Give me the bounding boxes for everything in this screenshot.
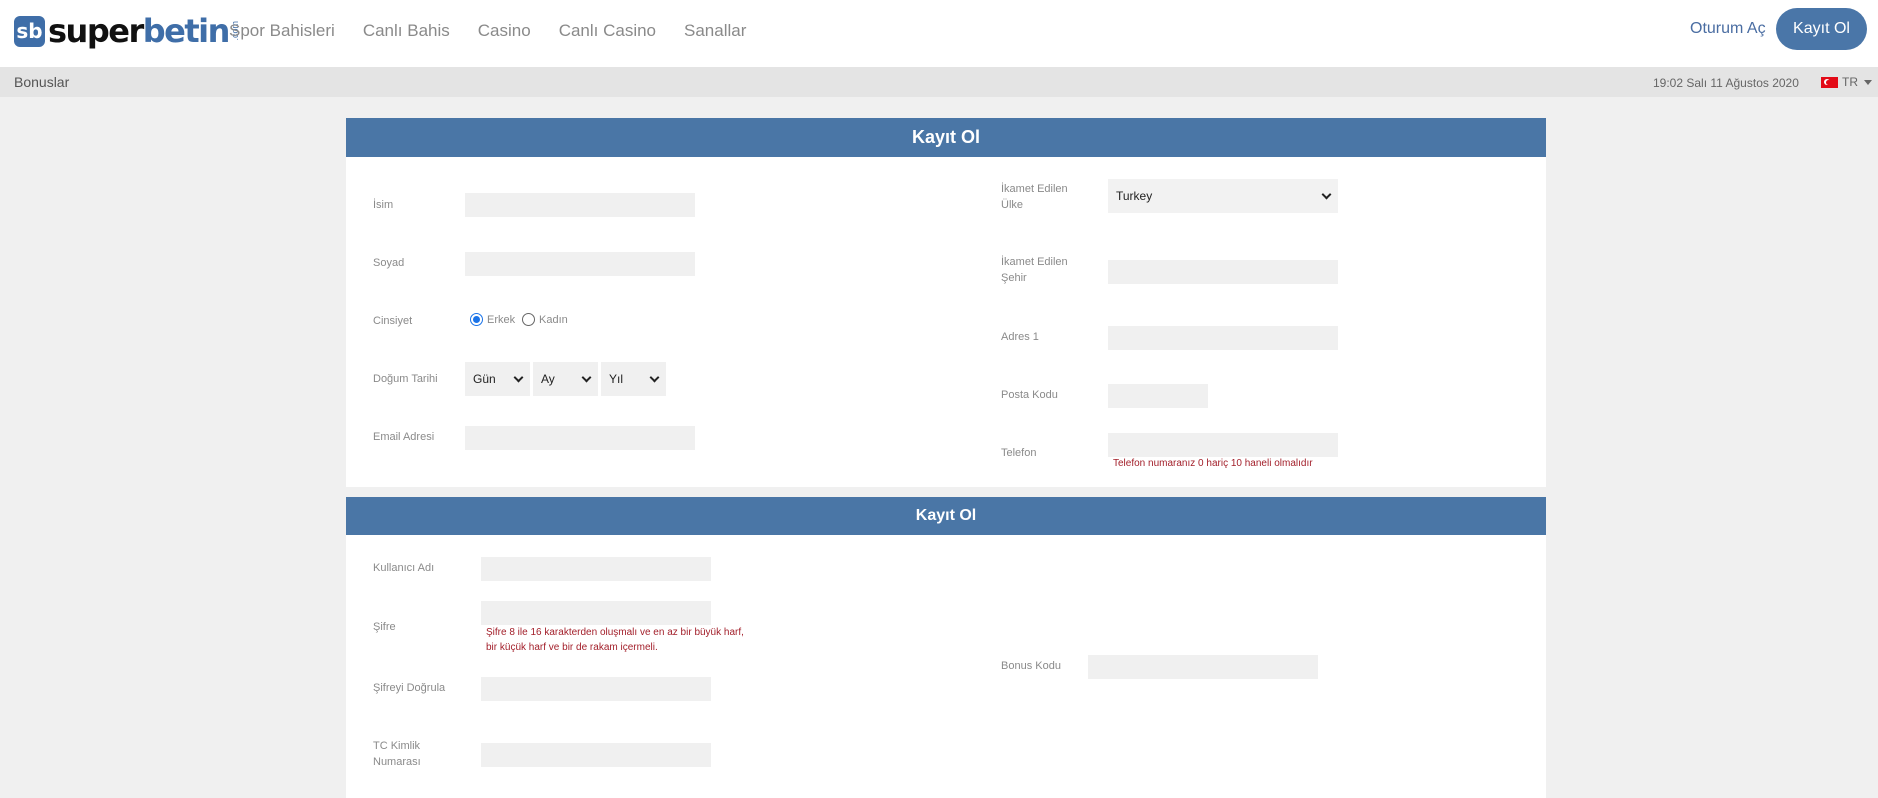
dob-day-value: Gün	[473, 372, 496, 386]
city-label-line2: Şehir	[1001, 272, 1027, 284]
personal-info-panel: İsim Soyad Cinsiyet Erkek Kadın Doğum Ta…	[346, 157, 1546, 487]
top-header: sb superbetin .com Spor Bahisleri Canlı …	[0, 0, 1878, 67]
city-input[interactable]	[1108, 260, 1338, 284]
tc-id-label-line1: TC Kimlik	[373, 740, 421, 752]
logo-sb-badge: sb	[14, 15, 45, 47]
dob-month-value: Ay	[541, 372, 555, 386]
nav-item-sanallar[interactable]: Sanallar	[684, 21, 746, 41]
nav-item-spor-bahisleri[interactable]: Spor Bahisleri	[229, 21, 335, 41]
password-hint-line1: Şifre 8 ile 16 karakterden oluşmalı ve e…	[486, 627, 744, 638]
bonuses-link[interactable]: Bonuslar	[14, 74, 69, 90]
login-link[interactable]: Oturum Aç	[1690, 20, 1766, 38]
bonus-code-input[interactable]	[1088, 655, 1318, 679]
username-label: Kullanıcı Adı	[373, 562, 435, 574]
postal-code-input[interactable]	[1108, 384, 1208, 408]
nav-item-casino[interactable]: Casino	[478, 21, 531, 41]
phone-hint: Telefon numaranız 0 hariç 10 haneli olma…	[1113, 458, 1313, 469]
nav-item-canli-casino[interactable]: Canlı Casino	[559, 21, 656, 41]
gender-female-label: Kadın	[539, 313, 568, 326]
password-hint-line2: bir küçük harf ve bir de rakam içermeli.	[486, 642, 658, 653]
phone-label: Telefon	[1001, 447, 1037, 459]
gender-male-label: Erkek	[487, 313, 516, 326]
tc-id-input[interactable]	[481, 743, 711, 767]
register-button[interactable]: Kayıt Ol	[1776, 8, 1867, 50]
dob-day-select[interactable]: Gün	[465, 362, 530, 396]
caret-down-icon	[1864, 79, 1872, 85]
logo-text-super: super	[48, 12, 144, 50]
gender-female-radio[interactable]: Kadın	[522, 313, 568, 326]
logo-wordmark: superbetin	[48, 12, 231, 50]
radio-unchecked-icon	[522, 313, 535, 326]
last-name-input[interactable]	[465, 252, 695, 276]
site-logo[interactable]: sb superbetin .com	[14, 13, 240, 49]
chevron-down-icon	[513, 372, 524, 382]
logo-text-betin: betin	[142, 12, 231, 50]
dob-label: Doğum Tarihi	[373, 373, 438, 385]
postal-code-label: Posta Kodu	[1001, 389, 1058, 401]
chevron-down-icon	[1321, 189, 1332, 199]
password-confirm-input[interactable]	[481, 677, 711, 701]
country-label-line2: Ülke	[1001, 199, 1024, 211]
dob-year-select[interactable]: Yıl	[601, 362, 666, 396]
nav-item-canli-bahis[interactable]: Canlı Bahis	[363, 21, 450, 41]
account-info-panel: Kullanıcı Adı Şifre Şifre 8 ile 16 karak…	[346, 535, 1546, 798]
account-info-header: Kayıt Ol	[346, 497, 1546, 535]
password-label: Şifre	[373, 621, 396, 633]
dob-month-select[interactable]: Ay	[533, 362, 598, 396]
email-label: Email Adresi	[373, 431, 435, 443]
first-name-input[interactable]	[465, 193, 695, 217]
city-label-line1: İkamet Edilen	[1001, 256, 1068, 268]
country-value: Turkey	[1116, 189, 1153, 203]
phone-input[interactable]	[1108, 433, 1338, 457]
tc-id-label-line2: Numarası	[373, 756, 421, 768]
bonus-code-label: Bonus Kodu	[1001, 660, 1061, 672]
language-selector[interactable]: TR	[1821, 75, 1872, 89]
personal-info-header: Kayıt Ol	[346, 118, 1546, 157]
password-confirm-label: Şifreyi Doğrula	[373, 682, 446, 694]
main-nav: Spor Bahisleri Canlı Bahis Casino Canlı …	[229, 21, 774, 41]
username-input[interactable]	[481, 557, 711, 581]
chevron-down-icon	[581, 372, 592, 382]
gender-male-radio[interactable]: Erkek	[470, 313, 515, 326]
last-name-label: Soyad	[373, 257, 405, 269]
chevron-down-icon	[649, 372, 660, 382]
password-input[interactable]	[481, 601, 711, 625]
dob-year-value: Yıl	[609, 372, 624, 386]
address-label: Adres 1	[1001, 331, 1039, 343]
email-input[interactable]	[465, 426, 695, 450]
turkey-flag-icon	[1821, 76, 1838, 88]
datetime-display: 19:02 Salı 11 Ağustos 2020	[1653, 76, 1799, 90]
country-select[interactable]: Turkey	[1108, 179, 1338, 213]
gender-label: Cinsiyet	[373, 315, 413, 327]
radio-checked-icon	[470, 313, 483, 326]
country-label-line1: İkamet Edilen	[1001, 183, 1068, 195]
sub-bar: Bonuslar 19:02 Salı 11 Ağustos 2020 TR	[0, 67, 1878, 97]
language-code: TR	[1842, 75, 1858, 89]
first-name-label: İsim	[373, 199, 394, 211]
address-input[interactable]	[1108, 326, 1338, 350]
